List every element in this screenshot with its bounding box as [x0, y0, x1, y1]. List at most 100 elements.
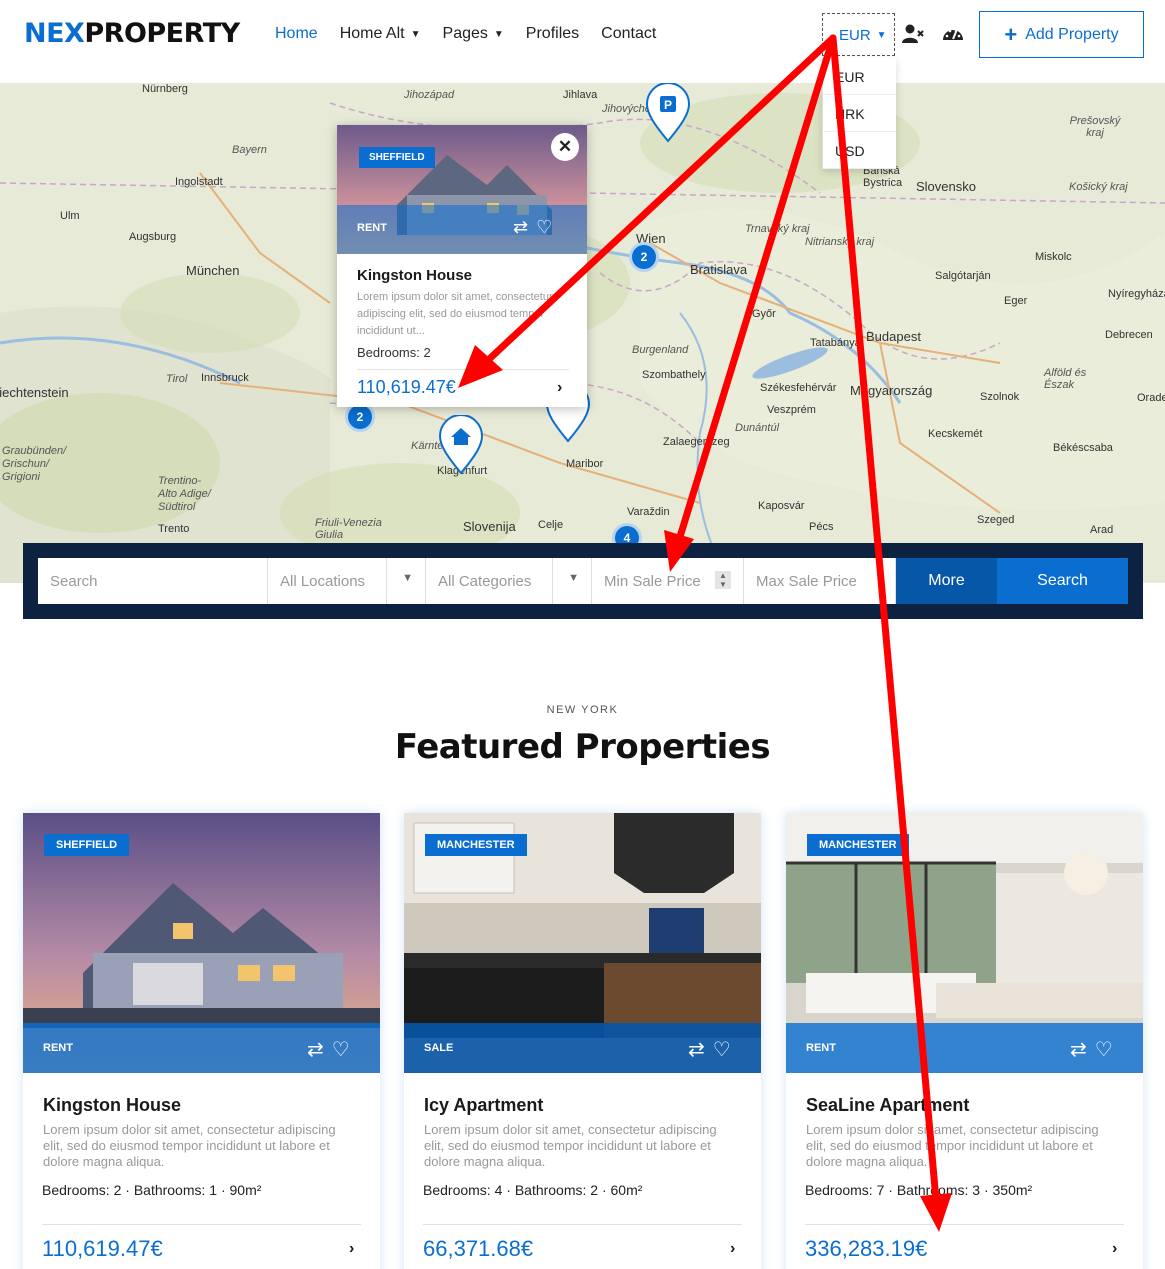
chevron-down-icon: ▼ — [410, 28, 421, 40]
listing-type: RENT — [357, 222, 387, 234]
map-label: Burgenland — [632, 344, 689, 356]
property-card[interactable]: MANCHESTER RENT ⇄ ♡ SeaLine Apartment Lor… — [786, 813, 1143, 1269]
map-label: Trnavský kraj — [745, 223, 810, 235]
chevron-right-icon[interactable]: › — [730, 1240, 735, 1258]
nav-home-alt[interactable]: Home Alt ▼ — [340, 25, 421, 43]
heart-icon[interactable]: ♡ — [332, 1037, 350, 1062]
property-card[interactable]: SHEFFIELD RENT ⇄ ♡ Kingston House Lorem i… — [23, 813, 380, 1269]
map-label: Dunántúl — [735, 422, 780, 434]
map-label: Alföld és Észak — [1044, 367, 1087, 391]
currency-dropdown: EUR HRK USD — [822, 58, 896, 169]
property-meta: Bedrooms: 7 · Bathrooms: 3 · 350m² — [805, 1182, 1033, 1198]
map-label: Zalaegerszeg — [663, 436, 730, 448]
property-meta: Bedrooms: 4 · Bathrooms: 2 · 60m² — [423, 1182, 643, 1198]
map-label: Szombathely — [642, 369, 706, 381]
currency-option[interactable]: EUR — [823, 58, 896, 95]
compare-icon[interactable]: ⇄ — [1070, 1037, 1087, 1062]
dashboard-icon[interactable] — [942, 24, 964, 44]
map-label: Nitriansky kraj — [805, 236, 875, 248]
parking-pin-icon[interactable]: P — [645, 83, 691, 143]
property-title[interactable]: Icy Apartment — [424, 1095, 543, 1116]
property-title[interactable]: SeaLine Apartment — [806, 1095, 969, 1116]
map-label: Trentino-Alto Adige/ Südtirol — [158, 475, 211, 513]
divider — [552, 558, 553, 604]
currency-option[interactable]: USD — [823, 132, 896, 169]
nav-home[interactable]: Home — [275, 25, 318, 43]
currency-select[interactable]: EUR ▼ — [822, 13, 895, 56]
chevron-down-icon: ▼ — [402, 572, 413, 584]
chevron-right-icon[interactable]: › — [1112, 1240, 1117, 1258]
plus-icon: + — [1004, 21, 1018, 47]
location-select[interactable]: All Locations ▼ — [268, 558, 426, 604]
compare-icon[interactable]: ⇄ — [307, 1037, 324, 1062]
property-price: 336,283.19€ — [805, 1236, 928, 1261]
map-label: Innsbruck — [201, 372, 249, 384]
close-icon[interactable]: ✕ — [551, 133, 579, 161]
site-logo[interactable]: NEXPROPERTY — [24, 18, 240, 49]
chevron-right-icon[interactable]: › — [557, 379, 562, 397]
currency-option[interactable]: HRK — [823, 95, 896, 132]
nav-contact[interactable]: Contact — [601, 25, 656, 43]
category-select-label: All Categories — [438, 573, 532, 590]
add-property-button[interactable]: + Add Property — [979, 11, 1144, 58]
heart-icon[interactable]: ♡ — [536, 217, 552, 238]
compare-icon[interactable]: ⇄ — [688, 1037, 705, 1062]
category-select[interactable]: All Categories ▼ — [426, 558, 592, 604]
map-label: Jihozápad — [404, 89, 455, 101]
property-card[interactable]: MANCHESTER SALE ⇄ ♡ Icy Apartment Lorem i… — [404, 813, 761, 1269]
map-label: Nyíregyháza — [1108, 288, 1165, 300]
main-nav: Home Home Alt ▼ Pages ▼ Profiles Contact — [275, 25, 656, 43]
map-label: Nürnberg — [142, 83, 188, 95]
map-label: Szeged — [977, 514, 1015, 526]
search-bar: Search All Locations ▼ All Categories ▼ … — [23, 543, 1143, 619]
location-select-label: All Locations — [280, 573, 366, 590]
search-button[interactable]: Search — [997, 558, 1128, 604]
map-label: Debrecen — [1105, 329, 1153, 341]
popup-actions: ⇄ ♡ — [513, 217, 552, 238]
listing-type: RENT — [806, 1042, 836, 1054]
map-label: Székesfehérvár — [760, 382, 837, 394]
heart-icon[interactable]: ♡ — [1095, 1037, 1113, 1062]
compare-icon[interactable]: ⇄ — [513, 217, 528, 238]
chevron-right-icon[interactable]: › — [349, 1240, 354, 1258]
property-price: 66,371.68€ — [423, 1236, 534, 1261]
location-badge[interactable]: MANCHESTER — [807, 834, 909, 856]
home-pin-icon[interactable] — [438, 415, 484, 475]
popup-title[interactable]: Kingston House — [357, 267, 472, 284]
chevron-down-icon: ▼ — [493, 28, 504, 40]
map-label: Graubünden/ Grischun/ Grigioni — [2, 445, 67, 483]
map-label: Prešovský kraj — [1069, 115, 1121, 139]
user-remove-icon[interactable] — [902, 24, 924, 44]
property-description: Lorem ipsum dolor sit amet, consectetur … — [43, 1122, 336, 1169]
property-title[interactable]: Kingston House — [43, 1095, 181, 1116]
number-spinner-icon[interactable]: ▲ ▼ — [715, 571, 731, 589]
map-label: Tatabánya — [810, 337, 861, 349]
section-title: Featured Properties — [394, 727, 771, 767]
property-description: Lorem ipsum dolor sit amet, consectetur … — [806, 1122, 1099, 1169]
heart-icon[interactable]: ♡ — [713, 1037, 731, 1062]
map-label: Bayern — [232, 144, 267, 156]
map-label: Kaposvár — [758, 500, 805, 512]
chevron-down-icon: ▼ — [568, 572, 579, 584]
chevron-down-icon: ▼ — [876, 30, 887, 41]
location-badge[interactable]: SHEFFIELD — [44, 834, 130, 856]
map-label: München — [186, 263, 240, 278]
property-meta: Bedrooms: 2 · Bathrooms: 1 · 90m² — [42, 1182, 262, 1198]
map-label: Szolnok — [980, 391, 1020, 403]
map-label: Győr — [752, 308, 776, 320]
max-price-input[interactable]: Max Sale Price — [744, 558, 896, 604]
location-badge[interactable]: SHEFFIELD — [359, 147, 435, 168]
divider — [386, 558, 387, 604]
search-input[interactable]: Search — [38, 558, 268, 604]
map-label: Liechtenstein — [0, 385, 69, 400]
more-filters-button[interactable]: More — [896, 558, 997, 604]
nav-pages[interactable]: Pages ▼ — [443, 25, 504, 43]
map-label: Jihlava — [563, 89, 598, 101]
property-price: 110,619.47€ — [42, 1236, 163, 1261]
nav-profiles[interactable]: Profiles — [526, 25, 579, 43]
map-cluster[interactable]: 2 — [629, 242, 659, 272]
map-label: Eger — [1004, 295, 1028, 307]
map-popup[interactable]: ✕ SHEFFIELD RENT ⇄ ♡ Kingston House Lore… — [337, 125, 587, 407]
min-price-input[interactable]: Min Sale Price ▲ ▼ — [592, 558, 744, 604]
location-badge[interactable]: MANCHESTER — [425, 834, 527, 856]
